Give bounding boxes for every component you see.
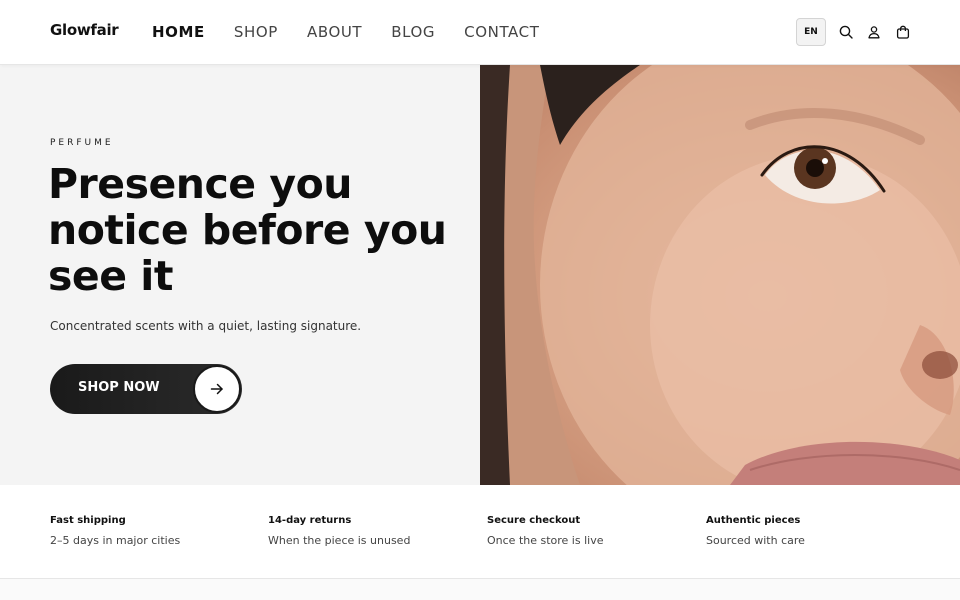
face-illustration bbox=[480, 65, 960, 485]
language-button[interactable]: EN bbox=[796, 18, 826, 46]
feature-item: Authentic pieces Sourced with care bbox=[706, 515, 906, 548]
hero-headline: Presence you notice before you see it bbox=[48, 161, 448, 299]
nav-item-shop[interactable]: SHOP bbox=[234, 22, 278, 42]
feature-title: Fast shipping bbox=[50, 515, 126, 526]
feature-title: 14-day returns bbox=[268, 515, 352, 526]
nav-item-home[interactable]: HOME bbox=[152, 22, 205, 42]
cart-icon[interactable] bbox=[896, 25, 910, 39]
feature-item: Secure checkout Once the store is live bbox=[487, 515, 687, 548]
feature-desc: Sourced with care bbox=[706, 534, 805, 547]
headline-line: Presence you bbox=[48, 160, 352, 208]
hero-eyebrow: PERFUME bbox=[50, 138, 114, 148]
feature-title: Secure checkout bbox=[487, 515, 581, 526]
arrow-right-icon bbox=[193, 365, 241, 413]
hero-subtext: Concentrated scents with a quiet, lastin… bbox=[50, 319, 362, 333]
headline-line: see it bbox=[48, 252, 173, 300]
brand-logo[interactable]: Glowfair bbox=[50, 21, 119, 39]
feature-item: 14-day returns When the piece is unused bbox=[268, 515, 468, 548]
shop-now-button[interactable]: SHOP NOW bbox=[50, 364, 242, 414]
main-nav: HOME SHOP ABOUT BLOG CONTACT bbox=[152, 22, 569, 42]
headline-line: notice before you bbox=[48, 206, 447, 254]
feature-desc: 2–5 days in major cities bbox=[50, 534, 181, 547]
user-icon[interactable] bbox=[867, 25, 881, 39]
shop-now-label: SHOP NOW bbox=[78, 380, 160, 395]
search-icon[interactable] bbox=[839, 25, 853, 39]
hero-image bbox=[480, 65, 960, 485]
nav-item-blog[interactable]: BLOG bbox=[391, 22, 435, 42]
feature-item: Fast shipping 2–5 days in major cities bbox=[50, 515, 250, 548]
feature-desc: Once the store is live bbox=[487, 534, 604, 547]
page-below-fold bbox=[0, 579, 960, 600]
nav-item-contact[interactable]: CONTACT bbox=[464, 22, 539, 42]
nav-item-about[interactable]: ABOUT bbox=[307, 22, 362, 42]
site-header: Glowfair HOME SHOP ABOUT BLOG CONTACT EN bbox=[0, 0, 960, 65]
hero-section: PERFUME Presence you notice before you s… bbox=[0, 65, 480, 485]
feature-title: Authentic pieces bbox=[706, 515, 801, 526]
features-bar: Fast shipping 2–5 days in major cities 1… bbox=[0, 485, 960, 579]
feature-desc: When the piece is unused bbox=[268, 534, 411, 547]
